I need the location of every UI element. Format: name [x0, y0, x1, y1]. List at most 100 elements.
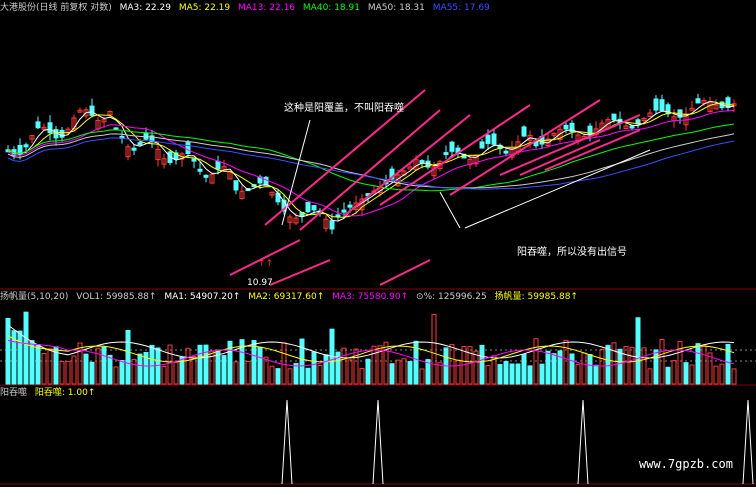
volume-bar	[353, 348, 359, 385]
volume-bar	[371, 345, 377, 385]
candle-body	[89, 105, 95, 116]
volume-bar	[635, 317, 641, 385]
volume-bar	[665, 366, 671, 385]
volume-bar	[617, 348, 623, 385]
candle-body	[491, 133, 497, 145]
volume-bar	[41, 353, 47, 385]
volume-ma-line	[7, 335, 735, 363]
volume-bar	[509, 363, 515, 385]
candle-body	[407, 166, 413, 170]
volume-bar	[305, 367, 311, 385]
volume-bar	[689, 364, 695, 385]
trend-line	[229, 239, 301, 276]
volume-bar	[251, 340, 257, 385]
volume-bar	[77, 342, 83, 385]
volume-bar	[485, 365, 491, 385]
volume-bar	[713, 365, 719, 385]
volume-bar	[47, 348, 53, 385]
volume-bar	[113, 366, 119, 385]
chart-canvas[interactable]	[0, 0, 756, 487]
candle-body	[215, 160, 221, 170]
volume-bar	[563, 339, 569, 385]
volume-bar	[269, 365, 275, 385]
volume-bar	[293, 363, 299, 385]
volume-bar	[341, 347, 347, 385]
trend-line	[379, 259, 431, 286]
volume-bar	[107, 354, 113, 385]
trend-line	[269, 259, 331, 286]
volume-bar	[323, 354, 329, 385]
candle-body	[203, 174, 209, 178]
volume-bar	[23, 311, 29, 385]
candle-body	[503, 150, 509, 154]
volume-bar	[359, 368, 365, 385]
volume-bar	[365, 358, 371, 385]
candle-body	[305, 202, 311, 213]
low-marker: ↑↑	[258, 259, 274, 269]
candle-body	[521, 126, 527, 137]
volume-bar	[671, 360, 677, 385]
volume-bar	[65, 360, 71, 385]
candle-body	[695, 98, 701, 104]
chart-window[interactable]: 大港股份(日线 前复权 对数) MA3: 22.29 MA5: 22.19 MA…	[0, 0, 756, 487]
volume-bar	[131, 358, 137, 385]
volume-bar	[659, 338, 665, 385]
candle-body	[419, 160, 425, 164]
volume-bar	[629, 346, 635, 385]
candle-body	[449, 141, 455, 152]
volume-bar	[395, 359, 401, 385]
volume-bar	[479, 344, 485, 385]
volume-bar	[281, 342, 287, 385]
candle-body	[191, 158, 197, 162]
signal-spike	[577, 399, 589, 485]
candle-body	[653, 98, 659, 111]
candle-body	[341, 209, 347, 213]
volume-bar	[557, 350, 563, 385]
volume-bar	[539, 363, 545, 385]
candle-body	[137, 142, 143, 146]
volume-bar	[503, 360, 509, 385]
volume-bar	[407, 361, 413, 385]
volume-bar	[299, 338, 305, 385]
annotation-yang-cover: 这种是阳覆盖，不叫阳吞噬	[284, 103, 404, 114]
candle-body	[35, 121, 41, 129]
volume-bar	[161, 365, 167, 385]
volume-bar	[35, 343, 41, 385]
watermark: www.7gpzb.com	[639, 457, 733, 471]
low-price-label: 10.97	[247, 278, 273, 288]
volume-ma-line	[7, 324, 735, 359]
candle-body	[443, 152, 449, 156]
volume-bar	[545, 350, 551, 385]
candle-body	[659, 99, 665, 112]
volume-bar	[71, 355, 77, 385]
volume-bar	[287, 368, 293, 385]
candle-body	[131, 147, 137, 151]
volume-bar	[623, 345, 629, 385]
volume-bar	[701, 344, 707, 385]
volume-bar	[575, 364, 581, 385]
signal-spike	[281, 399, 293, 485]
volume-ma-line	[7, 339, 735, 367]
volume-bar	[473, 350, 479, 385]
volume-bar	[419, 368, 425, 385]
candle-body	[185, 142, 191, 154]
volume-bar	[647, 368, 653, 385]
volume-bar	[149, 344, 155, 385]
volume-bar	[695, 343, 701, 385]
candle-body	[23, 144, 29, 148]
volume-bar	[551, 353, 557, 385]
volume-bar	[587, 354, 593, 385]
volume-bar	[167, 344, 173, 385]
volume-bar	[203, 344, 209, 385]
volume-bar	[605, 344, 611, 385]
candle-body	[311, 205, 317, 211]
candle-body	[485, 134, 491, 144]
volume-bar	[611, 342, 617, 385]
volume-bar	[581, 352, 587, 385]
candle-body	[629, 125, 635, 129]
volume-bar	[59, 360, 65, 385]
candle-body	[611, 113, 617, 121]
volume-bar	[389, 363, 395, 385]
volume-bar	[221, 355, 227, 385]
volume-bar	[125, 329, 131, 385]
